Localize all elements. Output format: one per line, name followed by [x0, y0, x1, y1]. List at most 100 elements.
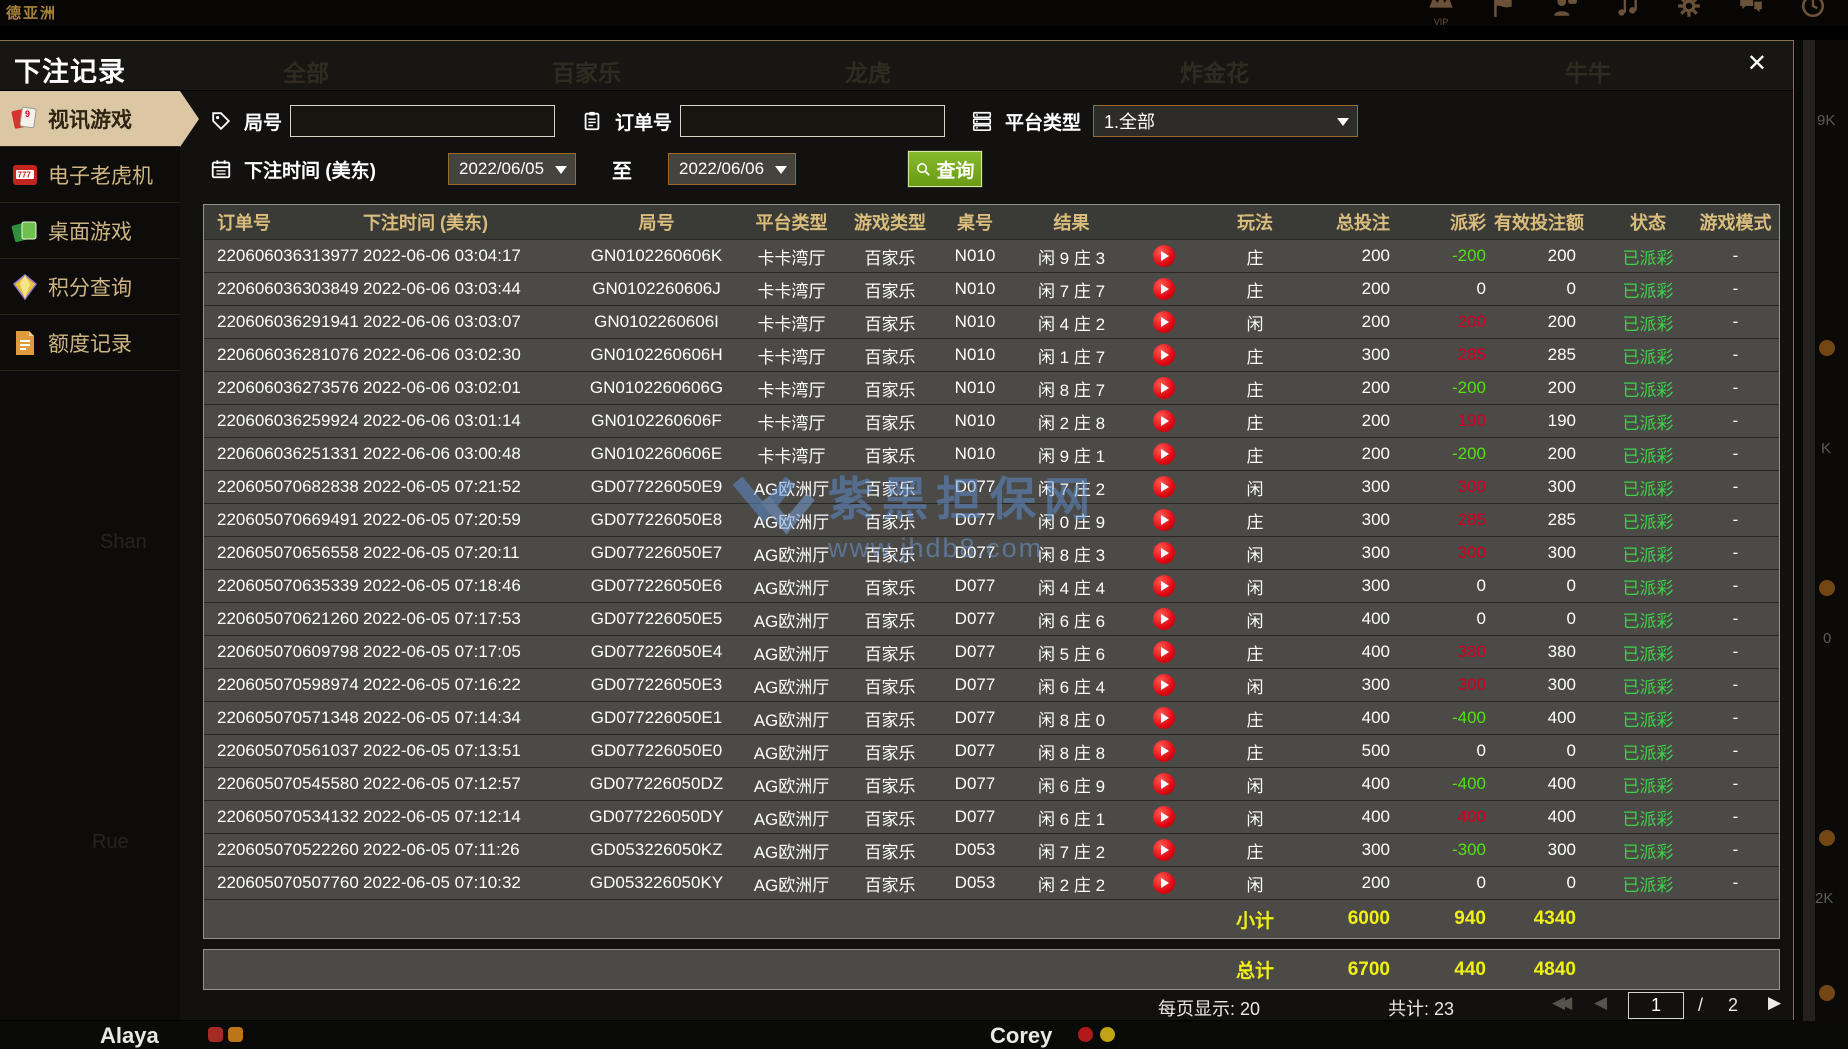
play-video-icon[interactable]: [1153, 872, 1175, 894]
cell-result: 闲 4 庄 2: [1037, 314, 1106, 334]
cell-result: 闲 9 庄 3: [1037, 248, 1106, 268]
sidebar-item-video-games[interactable]: 9 视讯游戏: [0, 91, 199, 147]
music-icon[interactable]: [1610, 0, 1644, 26]
cell-game-type: 百家乐: [864, 281, 916, 301]
play-video-icon[interactable]: [1153, 410, 1175, 432]
date-from-select[interactable]: 2022/06/05: [448, 153, 576, 185]
sidebar-item-quota[interactable]: 额度记录: [0, 315, 180, 371]
order-number-input[interactable]: [680, 105, 946, 137]
cell-platform-type: AG欧洲厅: [753, 677, 830, 697]
background-badge: [1819, 830, 1835, 846]
vip-icon[interactable]: VIP: [1424, 0, 1458, 26]
play-video-icon[interactable]: [1153, 311, 1175, 333]
person-chat-icon[interactable]: [1548, 0, 1582, 26]
play-video-icon[interactable]: [1153, 377, 1175, 399]
cell-play-type: 庄: [1246, 644, 1264, 664]
subtotal-row: 小计 6000 940 4340: [204, 899, 1779, 938]
background-right-strip: 9K K 0 2K: [1795, 40, 1848, 1021]
cell-status: 已派彩: [1622, 446, 1674, 466]
cell-game-mode: -: [1732, 576, 1739, 595]
cell-bet-time: 2022-06-05 07:10:32: [363, 873, 521, 892]
cell-table-no: N010: [954, 411, 996, 430]
summary-label: 小计: [1235, 910, 1274, 932]
cell-game-type: 百家乐: [864, 875, 916, 895]
cell-table-no: D077: [954, 609, 996, 628]
column-header-result: 结果: [1053, 213, 1090, 233]
cell-platform-type: 卡卡湾厅: [757, 413, 826, 433]
slot-machine-icon: 777: [10, 160, 40, 190]
play-video-icon[interactable]: [1153, 674, 1175, 696]
cell-valid-bet: 285: [1547, 345, 1576, 364]
play-video-icon[interactable]: [1153, 509, 1175, 531]
play-video-icon[interactable]: [1153, 278, 1175, 300]
page-number-input[interactable]: 1: [1628, 992, 1684, 1019]
background-player-name: Alaya: [100, 1023, 159, 1048]
cell-order-no: 220605070609798: [217, 642, 359, 661]
cell-table-no: N010: [954, 279, 996, 298]
play-video-icon[interactable]: [1153, 641, 1175, 663]
query-button[interactable]: 查询: [907, 150, 983, 188]
play-video-icon[interactable]: [1153, 839, 1175, 861]
platform-type-select[interactable]: 1.全部: [1093, 105, 1359, 137]
play-video-icon[interactable]: [1153, 443, 1175, 465]
play-video-icon[interactable]: [1153, 740, 1175, 762]
cell-game-type: 百家乐: [864, 842, 916, 862]
sidebar-item-label: 额度记录: [48, 332, 132, 356]
play-video-icon[interactable]: [1153, 773, 1175, 795]
cell-valid-bet: 300: [1547, 675, 1576, 694]
play-video-icon[interactable]: [1153, 542, 1175, 564]
play-video-icon[interactable]: [1153, 245, 1175, 267]
table-row: 220605070635339 2022-06-05 07:18:46 GD0772…: [204, 569, 1779, 602]
gear-icon[interactable]: [1672, 0, 1706, 26]
first-page-button[interactable]: ◀◀: [1552, 993, 1572, 1013]
cell-order-no: 220605070656558: [217, 543, 359, 562]
cell-game-type: 百家乐: [864, 578, 916, 598]
play-cell: [1129, 245, 1199, 267]
sidebar-item-points[interactable]: 积分查询: [0, 259, 180, 315]
next-page-button[interactable]: ▶: [1768, 993, 1781, 1013]
sidebar-item-slot-machine[interactable]: 777 电子老虎机: [0, 147, 180, 203]
play-video-icon[interactable]: [1153, 608, 1175, 630]
column-header-bet-time: 下注时间 (美东): [363, 213, 488, 233]
cell-play-type: 闲: [1246, 479, 1264, 499]
cell-table-no: N010: [954, 246, 996, 265]
cell-game-type: 百家乐: [864, 809, 916, 829]
cell-order-no: 220605070561037: [217, 741, 359, 760]
cell-play-type: 庄: [1246, 248, 1264, 268]
svg-text:777: 777: [18, 170, 32, 179]
sidebar-item-table-games[interactable]: 桌面游戏: [0, 203, 180, 259]
play-video-icon[interactable]: [1153, 476, 1175, 498]
cell-bet-time: 2022-06-06 03:03:07: [363, 312, 521, 331]
cell-payout: -400: [1451, 774, 1486, 793]
cell-game-mode: -: [1732, 807, 1739, 826]
chat-bubbles-icon[interactable]: [1734, 0, 1768, 26]
chevron-down-icon: [555, 166, 567, 174]
cell-status: 已派彩: [1622, 380, 1674, 400]
cell-game-type: 百家乐: [864, 446, 916, 466]
flag-icon[interactable]: [1486, 0, 1520, 26]
previous-page-button[interactable]: ◀: [1594, 993, 1607, 1013]
cell-bet-time: 2022-06-05 07:21:52: [363, 477, 521, 496]
cell-bet-time: 2022-06-06 03:02:30: [363, 345, 521, 364]
play-video-icon[interactable]: [1153, 707, 1175, 729]
cell-result: 闲 6 庄 6: [1037, 611, 1106, 631]
tag-icon: [210, 110, 232, 132]
summary-total-bet: 6000: [1347, 908, 1390, 929]
cell-payout: -300: [1451, 840, 1486, 859]
cell-platform-type: 卡卡湾厅: [757, 281, 826, 301]
close-icon[interactable]: ✕: [1747, 52, 1767, 76]
cell-result: 闲 6 庄 1: [1037, 809, 1106, 829]
cell-round-no: GN0102260606E: [590, 444, 723, 463]
play-video-icon[interactable]: [1153, 575, 1175, 597]
date-to-select[interactable]: 2022/06/06: [668, 153, 796, 185]
play-cell: [1129, 674, 1199, 696]
play-video-icon[interactable]: [1153, 344, 1175, 366]
cell-payout: -200: [1451, 444, 1486, 463]
cell-status: 已派彩: [1622, 875, 1674, 895]
cell-status: 已派彩: [1622, 512, 1674, 532]
play-video-icon[interactable]: [1153, 806, 1175, 828]
background-badge: [1819, 580, 1835, 596]
table-row: 220606036251331 2022-06-06 03:00:48 GN0102…: [204, 437, 1779, 470]
clock-icon[interactable]: [1796, 0, 1830, 26]
round-number-input[interactable]: [290, 105, 556, 137]
